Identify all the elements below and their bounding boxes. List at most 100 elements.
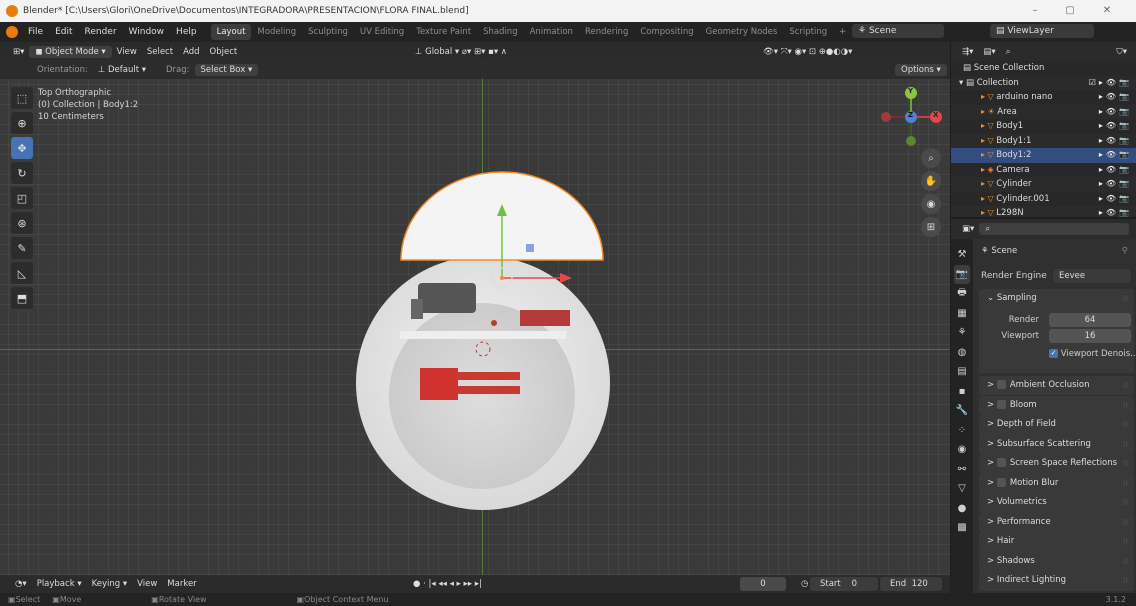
render-engine-dropdown[interactable]: Eevee [1053,269,1131,283]
section-indirect-lighting[interactable]: > Indirect Lighting ⁝⁝ [979,571,1134,591]
timeline-view-menu[interactable]: View [132,579,162,589]
pan-hand-icon[interactable]: ✋ [921,171,941,191]
section-hair[interactable]: > Hair ⁝⁝ [979,532,1134,552]
orientation-dropdown[interactable]: ⊥ Default ▾ [93,65,151,75]
section-bloom[interactable]: > Bloom ⁝⁝ [979,395,1134,415]
gizmo-x-arrow[interactable] [560,273,572,283]
menu-select[interactable]: Select [142,47,178,57]
properties-search[interactable]: ⌕ [979,223,1130,235]
shelf-divider[interactable] [400,331,566,339]
rotate-tool-icon[interactable]: ↻ [11,162,33,184]
tab-compositing[interactable]: Compositing [634,22,699,42]
cursor-tool-icon[interactable]: ⊕ [11,112,33,134]
current-frame-field[interactable]: 0 [740,577,786,591]
menu-file[interactable]: File [22,22,49,42]
viewport-samples-field[interactable]: 16 [1049,328,1131,343]
constraints-tab-icon[interactable]: ⚯ [954,460,970,480]
section-motion-blur[interactable]: > Motion Blur ⁝⁝ [979,473,1134,493]
playback-controls[interactable]: ● · |◂ ◂◂ ◂ ▸ ▸▸ ▸| [408,579,487,589]
measure-tool-icon[interactable]: ◺ [11,262,33,284]
display-mode-icon[interactable]: ▤▾ [978,47,1000,57]
texture-tab-icon[interactable]: ▩ [954,518,970,538]
scene-tab-icon[interactable]: ⚘ [954,323,970,343]
minimize-button[interactable]: – [1020,3,1050,19]
pin-icon[interactable]: ⚲ [1122,239,1128,263]
camera-view-icon[interactable]: ◉ [921,194,941,214]
move-tool-icon[interactable]: ✥ [11,137,33,159]
soil-sensor-board[interactable] [420,368,458,400]
annotate-tool-icon[interactable]: ✎ [11,237,33,259]
view-layer-tab-icon[interactable]: ▦ [954,304,970,324]
tab-shading[interactable]: Shading [477,22,524,42]
visibility-icons[interactable]: ☑▸👁📷 [1089,76,1132,91]
section-performance[interactable]: > Performance ⁝⁝ [979,512,1134,532]
mode-dropdown[interactable]: ◼ Object Mode ▾ [29,45,112,58]
section-volumetrics[interactable]: > Volumetrics ⁝⁝ [979,493,1134,513]
tab-animation[interactable]: Animation [524,22,579,42]
render-samples-field[interactable]: 64 [1049,312,1131,327]
particles-tab-icon[interactable]: ⁘ [954,421,970,441]
end-frame-field[interactable]: End 120 [880,577,942,591]
scene-selector[interactable]: Scene [869,26,896,36]
sampling-panel-header[interactable]: ⌄ Sampling ⁝⁝ [979,289,1134,309]
select-box-tool-icon[interactable]: ⬚ [11,87,33,109]
tab-texture-paint[interactable]: Texture Paint [410,22,477,42]
outliner-row[interactable]: ▸ ▽ arduino nano ▸👁📷 [951,90,1136,105]
viewlayer-selector[interactable]: ViewLayer [1007,26,1053,36]
add-cube-tool-icon[interactable]: ⬒ [11,287,33,309]
search-icon[interactable]: ⌕ [1001,47,1016,57]
viewport-denoise-checkbox[interactable]: ✓ Viewport Denois... [1049,348,1136,359]
physics-tab-icon[interactable]: ◉ [954,440,970,460]
tab-sculpting[interactable]: Sculpting [302,22,354,42]
ortho-grid-icon[interactable]: ⊞ [921,217,941,237]
outliner-row[interactable]: ▸ ▽ Body1 ▸👁📷 [951,119,1136,134]
motor-component[interactable] [418,283,476,313]
viewport-shading-controls[interactable]: 👁▾ ⤧▾ ◉▾ ⊡ ⊕●◐◑▾ [758,47,857,57]
data-tab-icon[interactable]: ▽ [954,479,970,499]
start-frame-field[interactable]: Start 0 [810,577,878,591]
outliner-row[interactable]: ▸ ▽ Cylinder.001 ▸👁📷 [951,192,1136,207]
render-tab-icon[interactable]: 📷 [954,264,970,284]
tab-uv-editing[interactable]: UV Editing [354,22,410,42]
section-shadows[interactable]: > Shadows ⁝⁝ [979,551,1134,571]
blender-menu-icon[interactable] [6,26,18,38]
editor-type-icon[interactable]: ⊞▾ [8,47,29,57]
output-tab-icon[interactable]: 🖶 [954,284,970,304]
tool-tab-icon[interactable]: ⚒ [954,245,970,265]
timeline-editor-icon[interactable]: ◔▾ [10,579,32,589]
keying-menu[interactable]: Keying ▾ [87,579,133,589]
maximize-button[interactable]: ▢ [1055,3,1085,19]
outliner-scene-collection[interactable]: ▤ Scene Collection [951,61,1136,76]
material-tab-icon[interactable]: ● [954,499,970,519]
world-tab-icon[interactable]: ◍ [954,343,970,363]
object-tab-icon[interactable]: ▪ [954,382,970,402]
tab-modeling[interactable]: Modeling [251,22,302,42]
collection-tab-icon[interactable]: ▤ [954,362,970,382]
section-ambient-occlusion[interactable]: > Ambient Occlusion ⁝⁝ [979,375,1134,395]
menu-edit[interactable]: Edit [49,22,78,42]
outliner-row[interactable]: ▸ ▽ L298N ▸👁📷 [951,206,1136,217]
tab-rendering[interactable]: Rendering [579,22,634,42]
properties-editor-icon[interactable]: ▣▾ [957,224,979,234]
menu-add[interactable]: Add [178,47,204,57]
menu-view[interactable]: View [112,47,142,57]
menu-render[interactable]: Render [79,22,123,42]
red-module-top[interactable] [520,310,570,326]
outliner-row[interactable]: ▾ ▤ Collection ☑▸👁📷 [951,75,1136,91]
menu-window[interactable]: Window [123,22,171,42]
section-screen-space-reflections[interactable]: > Screen Space Reflections ⁝⁝ [979,454,1134,474]
outliner-row[interactable]: ▸ ☀ Area ▸👁📷 [951,104,1136,119]
outliner-row-selected[interactable]: ▸ ▽ Body1:2 ▸👁📷 [951,148,1136,163]
marker-menu[interactable]: Marker [162,579,201,589]
section-depth-of-field[interactable]: > Depth of Field ⁝⁝ [979,415,1134,435]
transform-orientation-dropdown[interactable]: ⊥ Global ▾ ⌀▾ ⊞▾ ▪▾ ∧ [410,47,512,57]
filter-icon[interactable]: ⛉▾ [1111,47,1132,57]
drag-dropdown[interactable]: Select Box ▾ [194,64,259,76]
outliner-editor-icon[interactable]: ⇶▾ [957,47,978,57]
tab-geometry-nodes[interactable]: Geometry Nodes [700,22,784,42]
zoom-icon[interactable]: ⌕ [921,148,941,168]
outliner-row[interactable]: ▸ ▽ Body1:1 ▸👁📷 [951,133,1136,148]
options-dropdown[interactable]: Options ▾ [895,64,947,76]
section-subsurface-scattering[interactable]: > Subsurface Scattering ⁝⁝ [979,434,1134,454]
outliner-row[interactable]: ▸ ▽ Cylinder ▸👁📷 [951,177,1136,192]
